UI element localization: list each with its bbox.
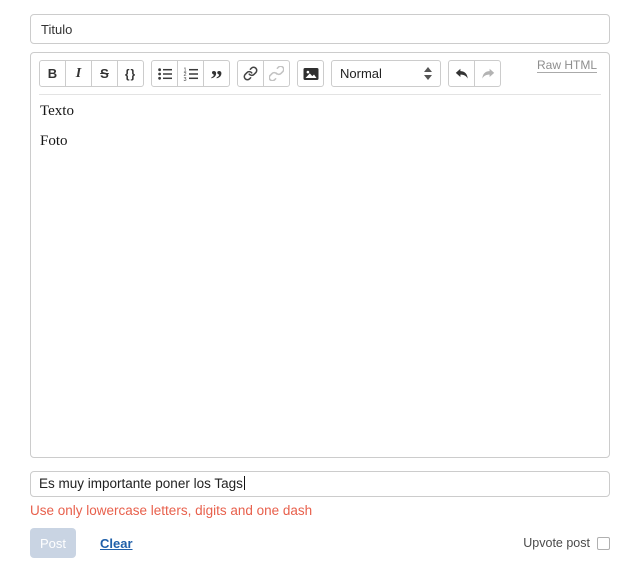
chain-link-icon [243,66,258,81]
post-button[interactable]: Post [30,528,76,558]
tags-input-value: Es muy importante poner los Tags [39,476,243,491]
list-quote-group: 1 2 3 ” [151,60,230,93]
format-select-value: Normal [340,66,382,81]
insert-image-button[interactable] [297,60,324,87]
editor-paragraph: Texto [40,103,74,119]
undo-button[interactable] [448,60,475,87]
editor-body[interactable]: Texto Foto [31,95,609,171]
broken-chain-icon [269,66,284,81]
redo-arrow-icon [480,66,496,82]
undo-arrow-icon [454,66,470,82]
strikethrough-button[interactable]: S [91,60,118,87]
history-group [448,60,501,87]
select-stepper-icon [424,67,432,80]
redo-button[interactable] [474,60,501,87]
bold-button[interactable]: B [39,60,66,87]
upvote-post-checkbox[interactable] [597,536,610,550]
text-style-group: B I S {} [39,60,144,87]
footer-actions: Post Clear Upvote post [30,528,610,558]
image-group [297,60,324,87]
raw-html-toggle-link[interactable]: Raw HTML [536,58,597,73]
editor-paragraph: Foto [40,133,68,149]
image-icon [303,66,319,82]
numbered-list-button[interactable]: 1 2 3 [177,60,204,87]
tags-input[interactable]: Es muy importante poner los Tags [30,471,610,497]
blockquote-icon: ” [210,66,223,93]
insert-link-button[interactable] [237,60,264,87]
text-caret [243,476,245,490]
upvote-post-label: Upvote post [523,536,590,550]
post-body-editor: Raw HTML B I S {} 1 2 3 ” Normal Texto F… [30,52,610,458]
post-editor-page: Raw HTML B I S {} [0,0,640,558]
bulleted-list-button[interactable] [151,60,178,87]
clear-link[interactable]: Clear [100,536,133,551]
editor-toolbar: B I S {} 1 2 3 ” Normal [31,53,609,93]
blockquote-button[interactable]: ” [203,60,230,93]
list-numbers-icon: 1 2 3 [183,66,199,82]
upvote-post-control[interactable]: Upvote post [523,536,610,550]
title-input[interactable] [30,14,610,44]
tags-error-message: Use only lowercase letters, digits and o… [30,503,313,518]
link-group [237,60,290,87]
list-bullets-icon [157,66,173,82]
format-select[interactable]: Normal [331,60,441,87]
remove-link-button[interactable] [263,60,290,87]
svg-text:3: 3 [183,76,186,81]
code-block-button[interactable]: {} [117,60,144,87]
italic-button[interactable]: I [65,60,92,87]
